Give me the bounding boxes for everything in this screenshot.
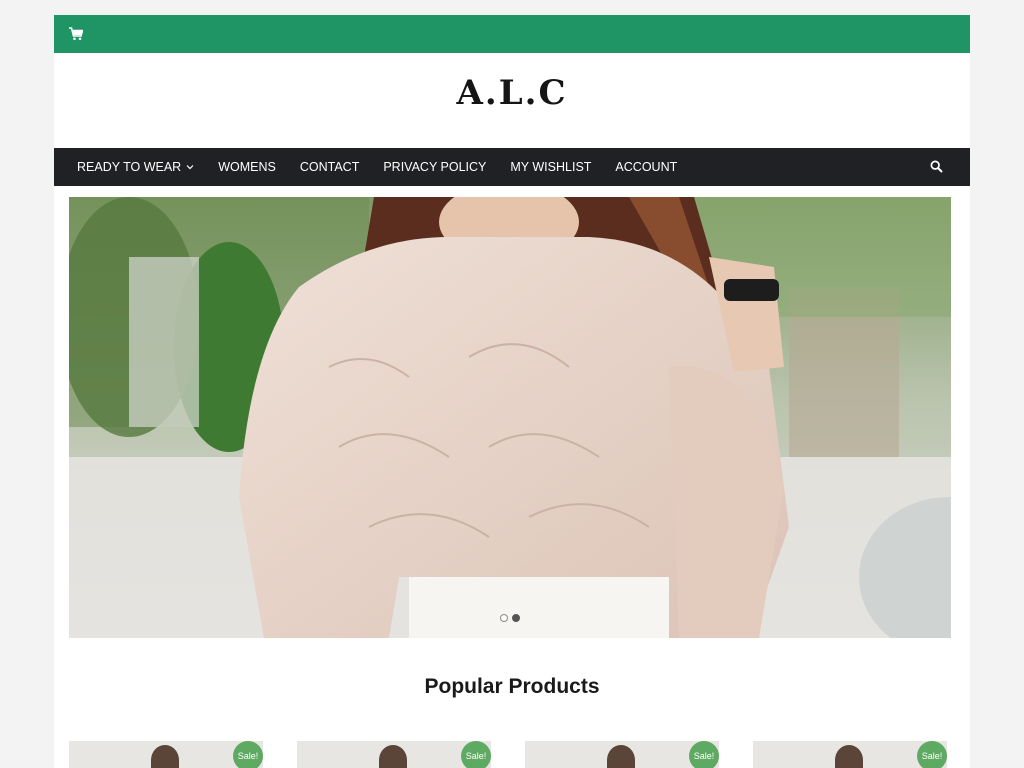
slider-dot[interactable] bbox=[500, 614, 508, 622]
site-header: A.L.C bbox=[54, 53, 970, 148]
main-content: Popular Products Sale! Sale! Sale! Sale! bbox=[54, 186, 970, 768]
sale-badge: Sale! bbox=[917, 741, 947, 768]
sale-badge: Sale! bbox=[233, 741, 263, 768]
product-card[interactable]: Sale! bbox=[753, 741, 947, 768]
product-grid: Sale! Sale! Sale! Sale! bbox=[69, 741, 951, 768]
main-navigation: READY TO WEAR WOMENS CONTACT PRIVACY POL… bbox=[54, 148, 970, 186]
hero-slider[interactable] bbox=[69, 197, 951, 638]
hero-image bbox=[69, 197, 951, 638]
search-icon[interactable] bbox=[930, 160, 943, 173]
slider-pagination bbox=[69, 614, 951, 622]
site-logo[interactable]: A.L.C bbox=[54, 73, 970, 113]
product-card[interactable]: Sale! bbox=[69, 741, 263, 768]
chevron-down-icon bbox=[186, 165, 194, 170]
product-image bbox=[607, 745, 635, 768]
product-card[interactable]: Sale! bbox=[297, 741, 491, 768]
sale-badge: Sale! bbox=[689, 741, 719, 768]
nav-item-label: CONTACT bbox=[299, 160, 360, 174]
nav-item-label: ACCOUNT bbox=[615, 160, 678, 174]
product-image bbox=[379, 745, 407, 768]
nav-item-contact[interactable]: CONTACT bbox=[300, 148, 360, 186]
nav-item-label: MY WISHLIST bbox=[510, 160, 592, 174]
nav-item-account[interactable]: ACCOUNT bbox=[615, 148, 677, 186]
nav-item-label: PRIVACY POLICY bbox=[383, 160, 487, 174]
popular-products-heading: Popular Products bbox=[424, 675, 600, 698]
slider-dot-active[interactable] bbox=[512, 614, 520, 622]
product-card[interactable]: Sale! bbox=[525, 741, 719, 768]
top-bar bbox=[54, 15, 970, 53]
product-image bbox=[151, 745, 179, 768]
nav-item-label: WOMENS bbox=[218, 160, 276, 174]
nav-item-privacy-policy[interactable]: PRIVACY POLICY bbox=[383, 148, 486, 186]
nav-item-label: READY TO WEAR bbox=[77, 160, 182, 174]
nav-item-womens[interactable]: WOMENS bbox=[218, 148, 276, 186]
product-image bbox=[835, 745, 863, 768]
nav-item-ready-to-wear[interactable]: READY TO WEAR bbox=[77, 148, 194, 186]
shopping-cart-icon[interactable] bbox=[69, 27, 83, 41]
nav-item-my-wishlist[interactable]: MY WISHLIST bbox=[510, 148, 591, 186]
sale-badge: Sale! bbox=[461, 741, 491, 768]
